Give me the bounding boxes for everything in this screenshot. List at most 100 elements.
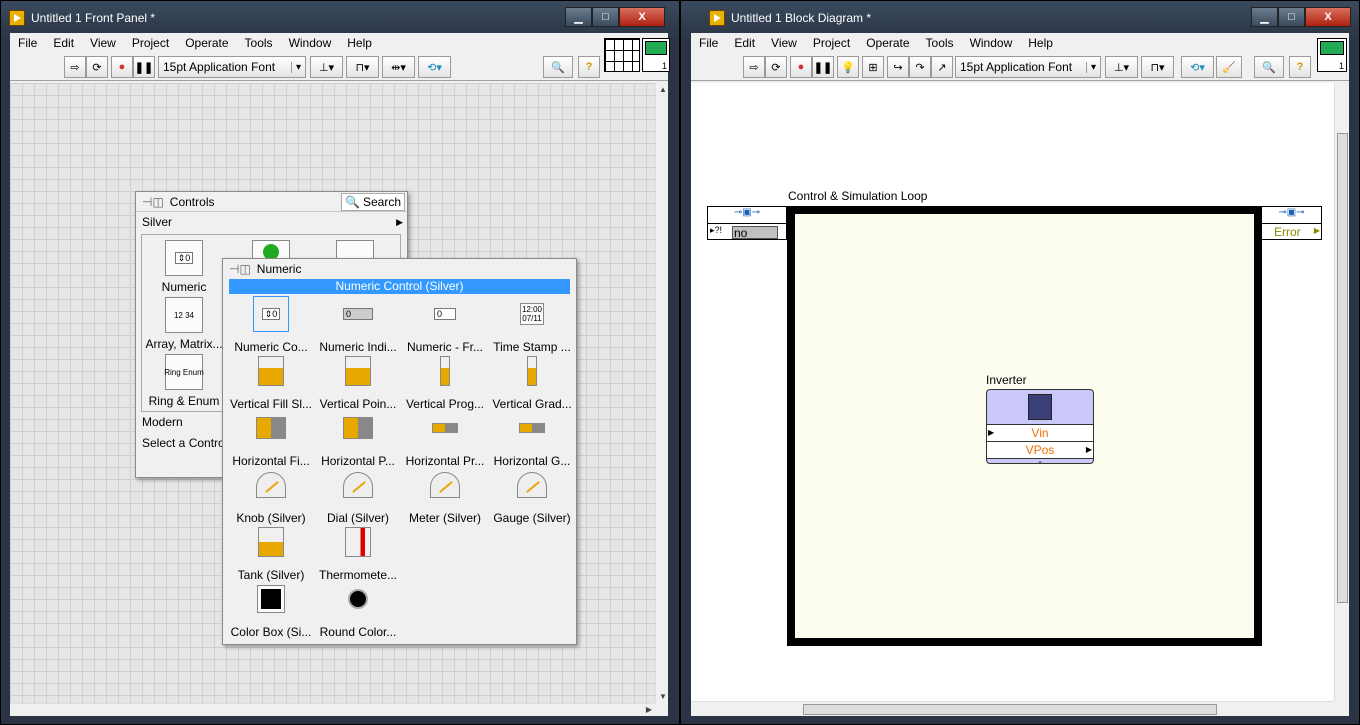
run-arrow-button[interactable]: ⇨ xyxy=(743,56,765,78)
block-diagram-canvas[interactable]: Control & Simulation Loop ⊸▣⊸ ▸?! no ⊸▣⊸… xyxy=(691,83,1334,701)
maximize-button[interactable]: □ xyxy=(1278,7,1305,27)
string-path-icon[interactable] xyxy=(336,240,374,260)
output-node[interactable]: ⊸▣⊸ Error ▶ xyxy=(1261,206,1322,240)
vi-icon[interactable]: 1 xyxy=(1317,38,1347,72)
pin-icon[interactable]: ⊣◫ xyxy=(142,195,164,209)
expand-chevron-icon[interactable]: ⌄ xyxy=(987,458,1093,463)
menu-help[interactable]: Help xyxy=(339,36,380,50)
numeric-palette-item[interactable]: Thermomete... xyxy=(315,524,401,582)
palette-item-ring-enum[interactable]: Ring Enum Ring & Enum xyxy=(141,354,227,408)
numeric-palette-item[interactable]: 0 Numeric - Fr... xyxy=(402,296,488,354)
search-icon[interactable]: 🔍 xyxy=(543,56,573,78)
output-terminal-vpos[interactable]: VPos ▶ xyxy=(987,441,1093,458)
menu-window[interactable]: Window xyxy=(962,36,1021,50)
vertical-scrollbar[interactable]: ▲ ▼ xyxy=(655,83,668,703)
numeric-palette-item[interactable]: Vertical Prog... xyxy=(402,353,488,411)
close-button[interactable]: X xyxy=(1305,7,1351,27)
pause-button[interactable]: ❚❚ xyxy=(812,56,834,78)
numeric-palette-item[interactable]: Color Box (Si... xyxy=(228,581,314,639)
control-icon xyxy=(340,467,376,503)
numeric-palette-item[interactable]: Horizontal G... xyxy=(489,410,575,468)
menu-edit[interactable]: Edit xyxy=(726,36,763,50)
input-node[interactable]: ⊸▣⊸ ▸?! no xyxy=(707,206,787,240)
horizontal-scrollbar[interactable]: ▶ xyxy=(10,703,655,716)
menu-help[interactable]: Help xyxy=(1020,36,1061,50)
vertical-scrollbar[interactable] xyxy=(1334,83,1349,701)
menu-file[interactable]: File xyxy=(10,36,45,50)
menu-operate[interactable]: Operate xyxy=(177,36,236,50)
numeric-palette-item[interactable]: Vertical Grad... xyxy=(489,353,575,411)
category-silver[interactable]: Silver ▶ xyxy=(136,212,407,232)
numeric-palette-item[interactable]: Vertical Poin... xyxy=(315,353,401,411)
align-objects-button[interactable]: ⊥▾ xyxy=(310,56,343,78)
numeric-palette-item[interactable]: Meter (Silver) xyxy=(402,467,488,525)
boolean-icon[interactable] xyxy=(252,240,290,260)
numeric-palette-item[interactable]: 12:00 07/11 Time Stamp ... xyxy=(489,296,575,354)
minimize-button[interactable]: ▁ xyxy=(1251,7,1278,27)
run-arrow-button[interactable]: ⇨ xyxy=(64,56,86,78)
palette-item-array-matrix[interactable]: 12 34 Array, Matrix... xyxy=(141,297,227,351)
numeric-palette-item[interactable]: Tank (Silver) xyxy=(228,524,314,582)
numeric-palette-item[interactable]: Horizontal Fi... xyxy=(228,410,314,468)
align-objects-button[interactable]: ⊥▾ xyxy=(1105,56,1138,78)
inverter-node[interactable]: ▶ Vin VPos ▶ ⌄ xyxy=(986,389,1094,464)
pin-icon[interactable]: ⊣◫ xyxy=(229,262,251,276)
step-into-button[interactable]: ↪ xyxy=(887,56,909,78)
pause-button[interactable]: ❚❚ xyxy=(133,56,155,78)
search-icon[interactable]: 🔍 xyxy=(1254,56,1284,78)
numeric-palette-item[interactable]: Knob (Silver) xyxy=(228,467,314,525)
run-continuously-button[interactable]: ⟳ xyxy=(765,56,787,78)
abort-button[interactable]: ● xyxy=(790,56,812,78)
window-title: Untitled 1 Block Diagram * xyxy=(731,11,872,25)
item-label: Vertical Prog... xyxy=(405,397,485,411)
menu-view[interactable]: View xyxy=(763,36,805,50)
vi-icon[interactable]: 1 xyxy=(642,38,670,72)
numeric-palette-item[interactable]: Horizontal Pr... xyxy=(402,410,488,468)
item-label: Time Stamp ... xyxy=(493,340,571,354)
retain-wire-values-button[interactable]: ⊞ xyxy=(862,56,884,78)
palette-item-numeric[interactable]: ⇕0 Numeric xyxy=(141,240,227,294)
abort-button[interactable]: ● xyxy=(111,56,133,78)
menu-tools[interactable]: Tools xyxy=(918,36,962,50)
horizontal-scrollbar[interactable] xyxy=(691,701,1334,716)
distribute-objects-button[interactable]: ⊓▾ xyxy=(346,56,379,78)
search-button[interactable]: 🔍 Search xyxy=(341,193,405,211)
context-help-button[interactable]: ? xyxy=(578,56,600,78)
menu-tools[interactable]: Tools xyxy=(237,36,281,50)
menu-edit[interactable]: Edit xyxy=(45,36,82,50)
highlight-execution-button[interactable]: 💡 xyxy=(837,56,859,78)
minimize-button[interactable]: ▁ xyxy=(565,7,592,27)
close-button[interactable]: X xyxy=(619,7,665,27)
font-select[interactable]: 15pt Application Font xyxy=(955,56,1101,78)
numeric-palette-item[interactable]: Round Color... xyxy=(315,581,401,639)
menu-view[interactable]: View xyxy=(82,36,124,50)
context-help-button[interactable]: ? xyxy=(1289,56,1311,78)
numeric-palette-item[interactable]: 0 Numeric Indi... xyxy=(315,296,401,354)
reorder-button[interactable]: ⟲▾ xyxy=(418,56,451,78)
connector-pane[interactable] xyxy=(604,38,640,72)
search-label: Search xyxy=(362,195,401,209)
numeric-palette-item[interactable]: ⇕0 Numeric Co... xyxy=(228,296,314,354)
numeric-palette-item[interactable]: Horizontal P... xyxy=(315,410,401,468)
menu-project[interactable]: Project xyxy=(124,36,177,50)
menu-project[interactable]: Project xyxy=(805,36,858,50)
clean-up-diagram-button[interactable]: 🧹 xyxy=(1216,56,1242,78)
distribute-objects-button[interactable]: ⊓▾ xyxy=(1141,56,1174,78)
font-select[interactable]: 15pt Application Font xyxy=(158,56,306,78)
step-over-button[interactable]: ↷ xyxy=(909,56,931,78)
menu-file[interactable]: File xyxy=(691,36,726,50)
menu-operate[interactable]: Operate xyxy=(858,36,917,50)
reorder-button[interactable]: ⟲▾ xyxy=(1181,56,1214,78)
numeric-palette-item[interactable]: Dial (Silver) xyxy=(315,467,401,525)
loop-label: Control & Simulation Loop xyxy=(788,189,928,203)
input-terminal-vin[interactable]: ▶ Vin xyxy=(987,424,1093,441)
step-out-button[interactable]: ↗ xyxy=(931,56,953,78)
control-icon: 0 xyxy=(427,296,463,332)
numeric-palette-item[interactable]: Vertical Fill Sl... xyxy=(228,353,314,411)
resize-objects-button[interactable]: ⇹▾ xyxy=(382,56,415,78)
menu-window[interactable]: Window xyxy=(281,36,340,50)
numeric-palette-item[interactable]: Gauge (Silver) xyxy=(489,467,575,525)
run-continuously-button[interactable]: ⟳ xyxy=(86,56,108,78)
maximize-button[interactable]: □ xyxy=(592,7,619,27)
input-value[interactable]: no xyxy=(732,226,778,239)
